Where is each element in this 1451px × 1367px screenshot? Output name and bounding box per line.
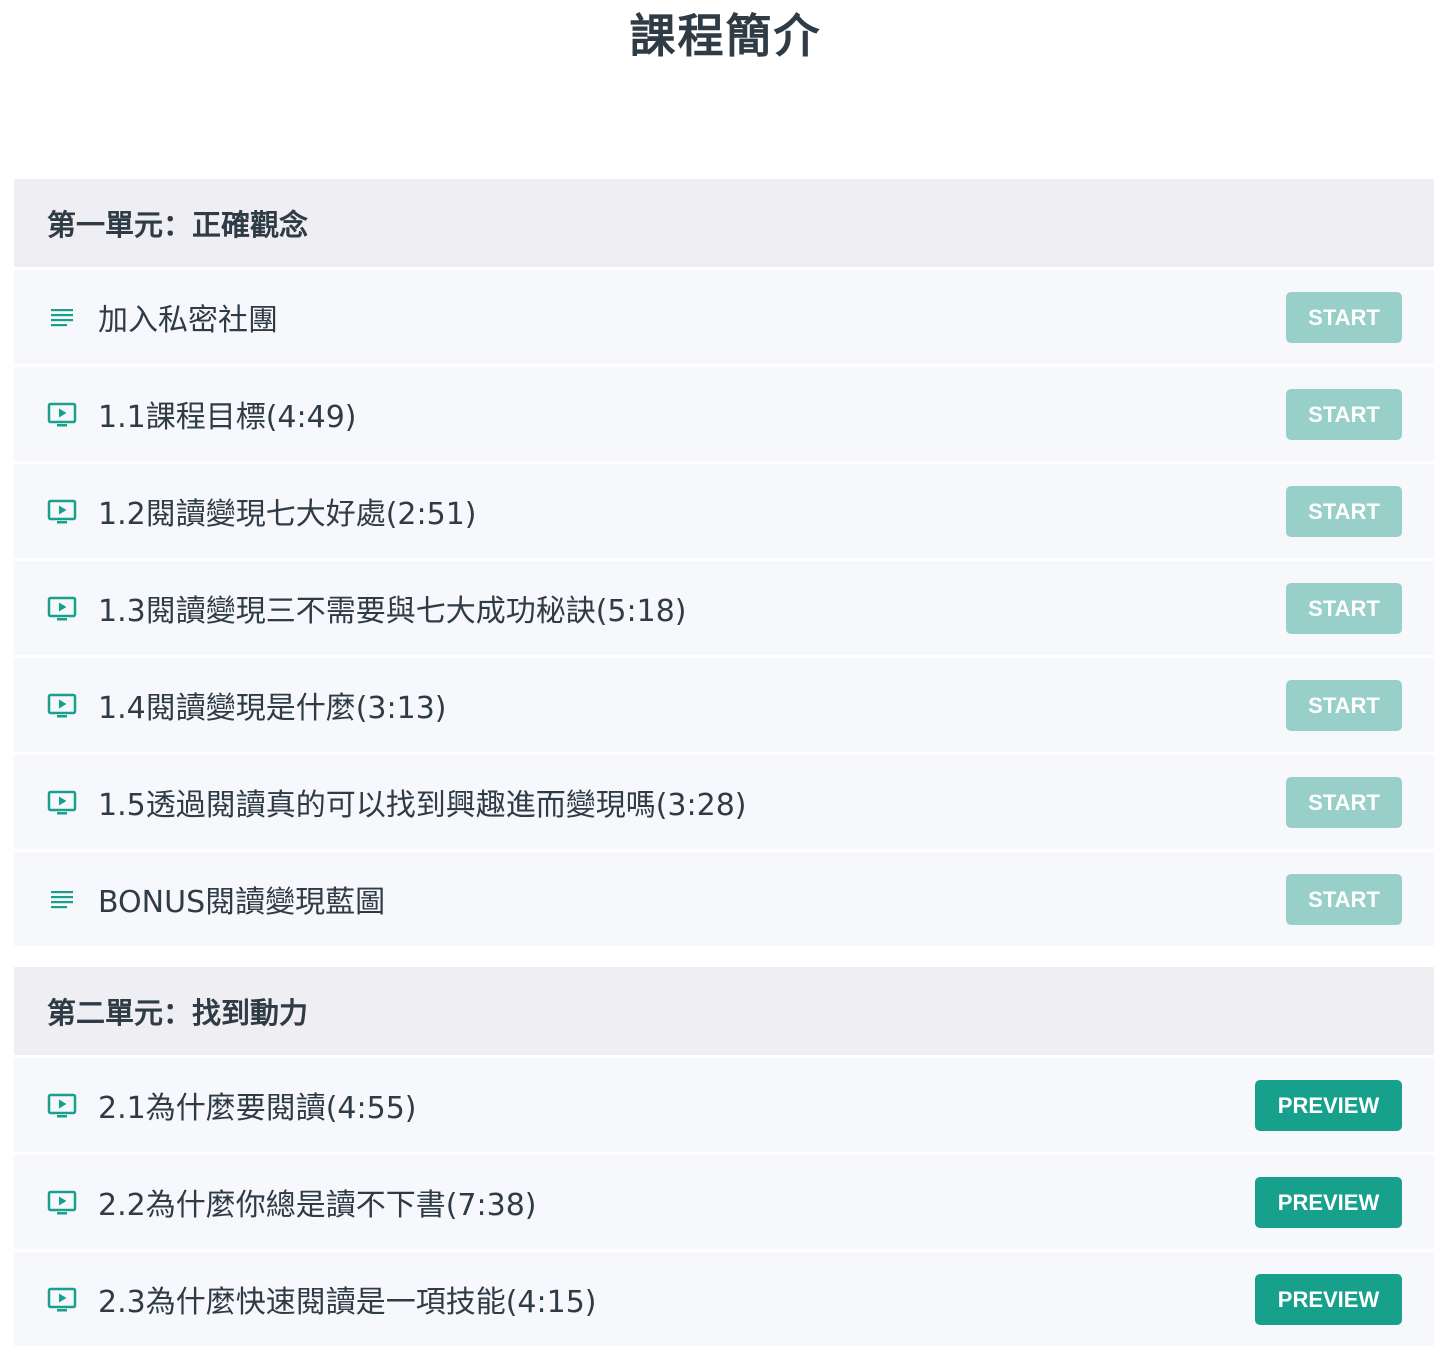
video-play-icon xyxy=(47,787,77,817)
video-play-icon xyxy=(47,496,77,526)
start-button[interactable]: START xyxy=(1286,873,1402,925)
lecture-title[interactable]: 2.2為什麼你總是讀不下書(7:38) xyxy=(98,1180,1255,1224)
start-button[interactable]: START xyxy=(1286,291,1402,343)
lecture-title[interactable]: 1.1課程目標(4:49) xyxy=(98,392,1286,436)
preview-button[interactable]: PREVIEW xyxy=(1255,1176,1402,1228)
lecture-row[interactable]: 1.3閱讀變現三不需要與七大成功秘訣(5:18) START xyxy=(14,561,1434,655)
lecture-title[interactable]: 2.3為什麼快速閱讀是一項技能(4:15) xyxy=(98,1277,1255,1321)
lecture-row[interactable]: BONUS閱讀變現藍圖 START xyxy=(14,852,1434,946)
curriculum-section: 第二單元：找到動力 2.1為什麼要閱讀(4:55) PREVIEW 2.2為什麼你總是… xyxy=(14,967,1434,1346)
page-title: 課程簡介 xyxy=(629,9,822,63)
video-play-icon xyxy=(47,1187,77,1217)
start-button[interactable]: START xyxy=(1286,388,1402,440)
video-play-icon xyxy=(47,690,77,720)
text-lines-icon xyxy=(47,302,77,332)
lecture-row[interactable]: 加入私密社團 START xyxy=(14,270,1434,364)
course-curriculum: 第一單元：正確觀念 加入私密社團 START 1.1課程目標(4:49) START 1.… xyxy=(14,179,1434,1367)
lecture-title[interactable]: 加入私密社團 xyxy=(98,295,1286,339)
start-button[interactable]: START xyxy=(1286,485,1402,537)
lecture-title[interactable]: 1.5透過閱讀真的可以找到興趣進而變現嗎(3:28) xyxy=(98,780,1286,824)
lecture-row[interactable]: 2.1為什麼要閱讀(4:55) PREVIEW xyxy=(14,1058,1434,1152)
start-button[interactable]: START xyxy=(1286,582,1402,634)
lecture-title[interactable]: 1.3閱讀變現三不需要與七大成功秘訣(5:18) xyxy=(98,586,1286,630)
section-title: 第一單元：正確觀念 xyxy=(14,179,1434,267)
section-title: 第二單元：找到動力 xyxy=(14,967,1434,1055)
start-button[interactable]: START xyxy=(1286,776,1402,828)
lecture-row[interactable]: 1.1課程目標(4:49) START xyxy=(14,367,1434,461)
curriculum-section: 第一單元：正確觀念 加入私密社團 START 1.1課程目標(4:49) START 1.… xyxy=(14,179,1434,946)
lecture-row[interactable]: 1.2閱讀變現七大好處(2:51) START xyxy=(14,464,1434,558)
preview-button[interactable]: PREVIEW xyxy=(1255,1079,1402,1131)
lecture-row[interactable]: 1.5透過閱讀真的可以找到興趣進而變現嗎(3:28) START xyxy=(14,755,1434,849)
lecture-title[interactable]: BONUS閱讀變現藍圖 xyxy=(98,877,1286,921)
lecture-title[interactable]: 1.2閱讀變現七大好處(2:51) xyxy=(98,489,1286,533)
video-play-icon xyxy=(47,593,77,623)
lecture-row[interactable]: 2.3為什麼快速閱讀是一項技能(4:15) PREVIEW xyxy=(14,1252,1434,1346)
video-play-icon xyxy=(47,1284,77,1314)
preview-button[interactable]: PREVIEW xyxy=(1255,1273,1402,1325)
lecture-row[interactable]: 2.2為什麼你總是讀不下書(7:38) PREVIEW xyxy=(14,1155,1434,1249)
lecture-title[interactable]: 1.4閱讀變現是什麼(3:13) xyxy=(98,683,1286,727)
lecture-row[interactable]: 1.4閱讀變現是什麼(3:13) START xyxy=(14,658,1434,752)
lecture-title[interactable]: 2.1為什麼要閱讀(4:55) xyxy=(98,1083,1255,1127)
text-lines-icon xyxy=(47,884,77,914)
video-play-icon xyxy=(47,399,77,429)
start-button[interactable]: START xyxy=(1286,679,1402,731)
video-play-icon xyxy=(47,1090,77,1120)
